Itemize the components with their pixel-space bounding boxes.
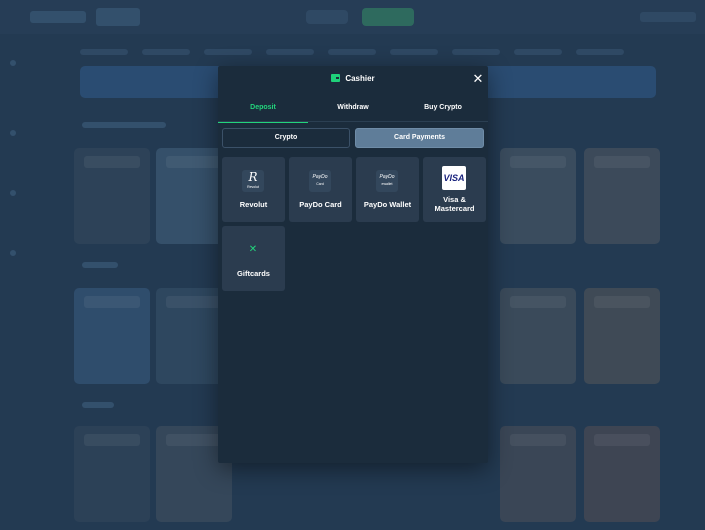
background-nav [80,42,650,55]
background-side-dot [10,190,16,196]
crypto-button[interactable]: Crypto [222,128,350,148]
background-game-tile [584,288,660,384]
tab-buy-crypto[interactable]: Buy Crypto [398,98,488,122]
card-payments-button[interactable]: Card Payments [355,128,484,148]
background-section-label [82,262,118,268]
background-game-tile [500,288,576,384]
method-visa-mastercard[interactable]: VISA Visa & Mastercard [423,157,486,222]
method-revolut[interactable]: R Revolut Revolut [222,157,285,222]
background-game-tile [74,426,150,522]
background-game-tile [74,288,150,384]
background-account-area [640,12,696,22]
background-game-tile [500,148,576,244]
background-logo [30,11,86,23]
modal-title-text: Cashier [345,74,375,83]
close-icon: ✕ [472,71,484,86]
method-giftcards[interactable]: ✕ Giftcards [222,226,285,291]
background-section-label [82,122,166,128]
giftcard-icon: ✕ [248,244,258,255]
method-paydo-card[interactable]: PayDo Card PayDo Card [289,157,352,222]
method-label: PayDo Wallet [363,200,412,209]
background-side-dot [10,60,16,66]
background-game-tile [74,148,150,244]
cashier-modal: Cashier ✕ Deposit Withdraw Buy Crypto Cr… [218,66,488,463]
background-game-tile [500,426,576,522]
wallet-icon [331,74,341,82]
method-label: Giftcards [237,269,270,278]
background-section-label [82,402,114,408]
tab-deposit[interactable]: Deposit [218,98,308,123]
method-paydo-wallet[interactable]: PayDo ewallet PayDo Wallet [356,157,419,222]
modal-title: Cashier [218,74,488,83]
background-logo-secondary [96,8,140,26]
modal-header: Cashier ✕ [218,66,488,96]
background-side-dot [10,250,16,256]
payment-type-toggle: Crypto Card Payments [222,128,484,150]
background-signup-button [362,8,414,26]
background-side-dot [10,130,16,136]
method-label: Visa & Mastercard [434,195,475,213]
background-signin-button [306,10,348,24]
revolut-icon: R Revolut [242,170,264,192]
cashier-tabs: Deposit Withdraw Buy Crypto [218,98,488,123]
tab-withdraw[interactable]: Withdraw [308,98,398,122]
method-label: PayDo Card [299,200,342,209]
close-button[interactable]: ✕ [472,71,484,86]
visa-icon: VISA [442,166,466,190]
method-label: Revolut [239,200,268,209]
background-game-tile [584,426,660,522]
paydo-card-icon: PayDo Card [309,170,331,192]
paydo-wallet-icon: PayDo ewallet [376,170,398,192]
background-game-tile [584,148,660,244]
